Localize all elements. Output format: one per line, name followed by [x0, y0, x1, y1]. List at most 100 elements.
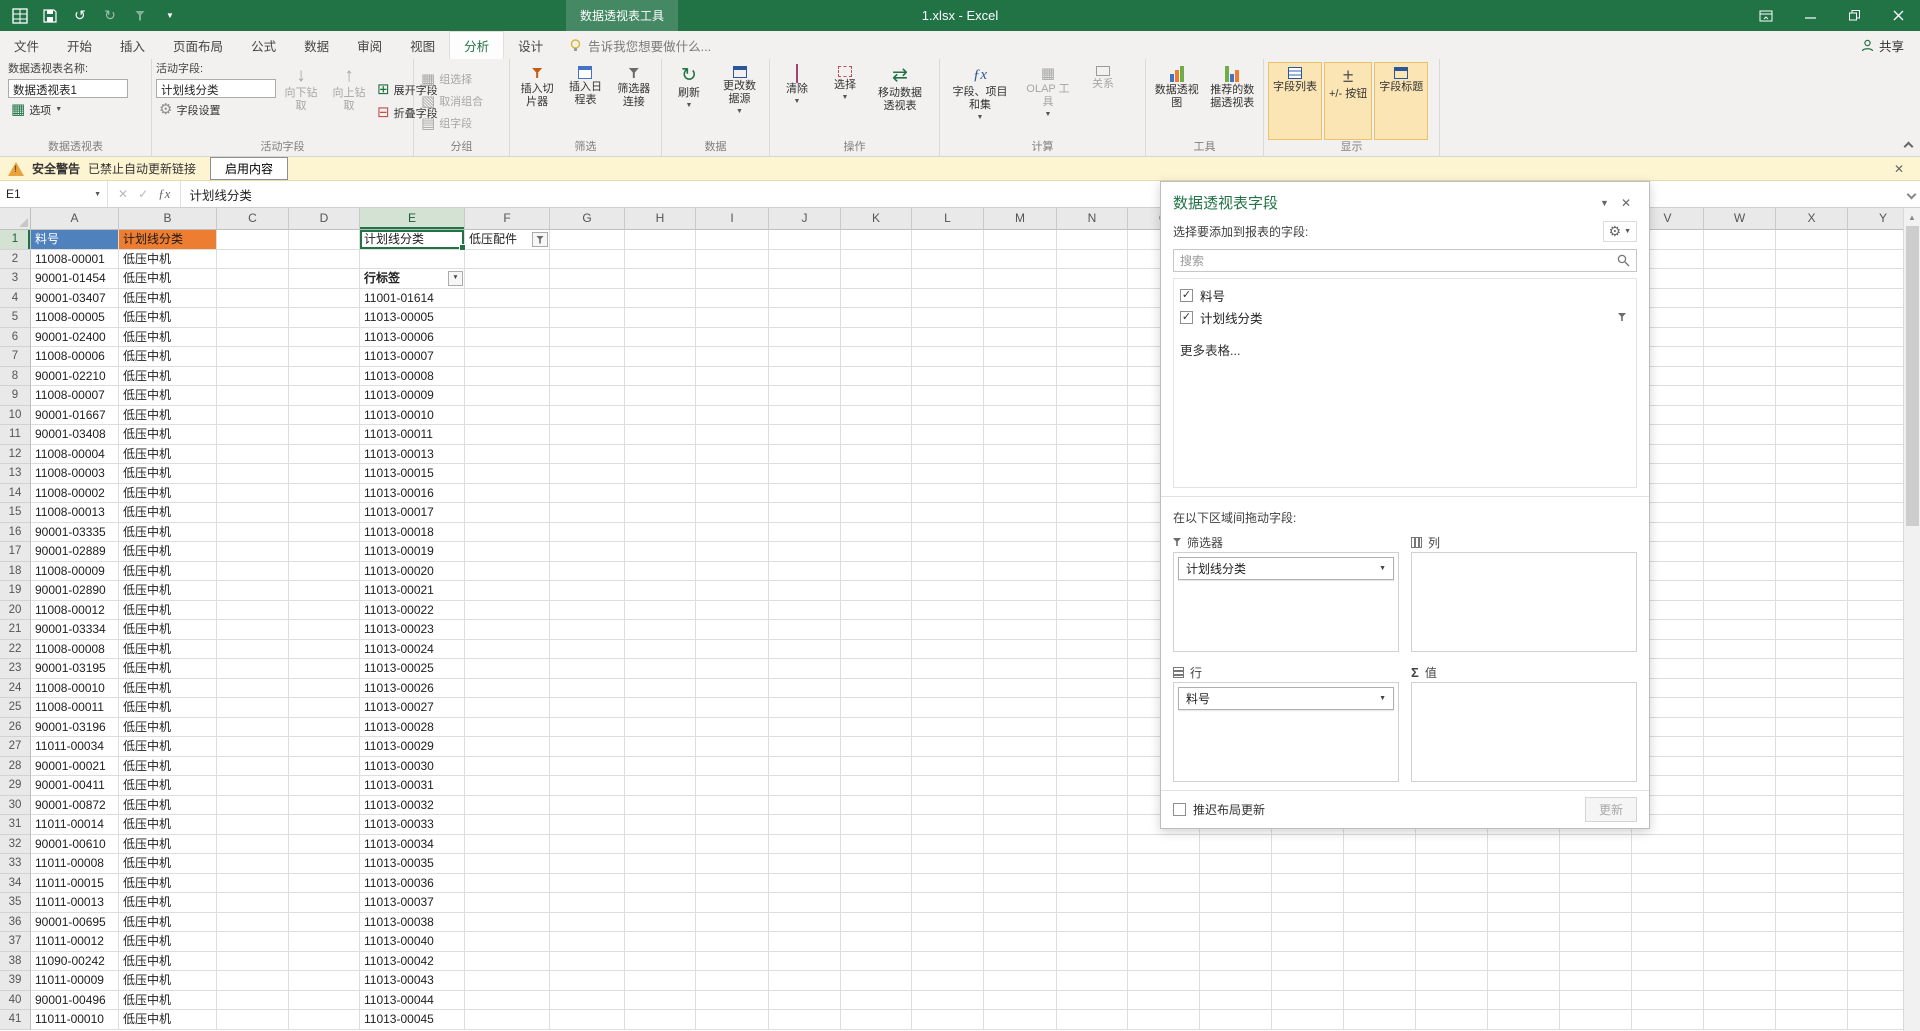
cell-I8[interactable]	[696, 366, 769, 386]
cell-J36[interactable]	[769, 912, 841, 932]
cell-C15[interactable]	[217, 503, 289, 523]
cell-F16[interactable]	[465, 522, 550, 542]
cell-F38[interactable]	[465, 951, 550, 971]
cell-J7[interactable]	[769, 347, 841, 367]
cell-I5[interactable]	[696, 308, 769, 328]
insert-slicer-button[interactable]: 插入切片器	[514, 62, 560, 140]
cell-L23[interactable]	[912, 659, 984, 679]
cell-M33[interactable]	[984, 854, 1057, 874]
cell-F41[interactable]	[465, 1010, 550, 1030]
cell-J16[interactable]	[769, 522, 841, 542]
cell-F4[interactable]	[465, 288, 550, 308]
cell-N25[interactable]	[1057, 698, 1128, 718]
tab-insert[interactable]: 插入	[106, 31, 159, 59]
cell-J28[interactable]	[769, 756, 841, 776]
cell-M23[interactable]	[984, 659, 1057, 679]
cell-F36[interactable]	[465, 912, 550, 932]
cell-F18[interactable]	[465, 561, 550, 581]
cell-T39[interactable]	[1488, 971, 1560, 991]
cell-C36[interactable]	[217, 912, 289, 932]
cell-Q33[interactable]	[1272, 854, 1344, 874]
cell-D26[interactable]	[289, 717, 360, 737]
cell-N30[interactable]	[1057, 795, 1128, 815]
cell-Q36[interactable]	[1272, 912, 1344, 932]
cell-J2[interactable]	[769, 249, 841, 269]
cell-B16[interactable]: 低压中机	[119, 522, 217, 542]
cell-N20[interactable]	[1057, 600, 1128, 620]
tab-review[interactable]: 审阅	[343, 31, 396, 59]
cell-I14[interactable]	[696, 483, 769, 503]
cell-C2[interactable]	[217, 249, 289, 269]
cell-A11[interactable]: 90001-03408	[31, 425, 119, 445]
cell-X33[interactable]	[1776, 854, 1848, 874]
cell-N22[interactable]	[1057, 639, 1128, 659]
cell-H18[interactable]	[625, 561, 696, 581]
cell-E13[interactable]: 11013-00015	[360, 464, 465, 484]
cell-H6[interactable]	[625, 327, 696, 347]
cell-S35[interactable]	[1416, 893, 1488, 913]
cell-K19[interactable]	[841, 581, 912, 601]
cell-I39[interactable]	[696, 971, 769, 991]
cell-Q38[interactable]	[1272, 951, 1344, 971]
cell-A13[interactable]: 11008-00003	[31, 464, 119, 484]
cell-N32[interactable]	[1057, 834, 1128, 854]
cell-T38[interactable]	[1488, 951, 1560, 971]
cell-B13[interactable]: 低压中机	[119, 464, 217, 484]
minimize-button[interactable]	[1788, 0, 1832, 31]
cell-C39[interactable]	[217, 971, 289, 991]
cell-E21[interactable]: 11013-00023	[360, 620, 465, 640]
cell-X9[interactable]	[1776, 386, 1848, 406]
cell-X1[interactable]	[1776, 230, 1848, 250]
cell-E37[interactable]: 11013-00040	[360, 932, 465, 952]
cell-Q39[interactable]	[1272, 971, 1344, 991]
field-settings-button[interactable]: ⚙ 字段设置	[156, 100, 276, 119]
cell-S33[interactable]	[1416, 854, 1488, 874]
cell-B20[interactable]: 低压中机	[119, 600, 217, 620]
cell-F11[interactable]	[465, 425, 550, 445]
cell-L19[interactable]	[912, 581, 984, 601]
cell-M20[interactable]	[984, 600, 1057, 620]
field-item-part-no[interactable]: ✓ 料号	[1180, 284, 1630, 306]
cell-D24[interactable]	[289, 678, 360, 698]
cell-E1[interactable]: 计划线分类	[360, 230, 466, 250]
cell-N12[interactable]	[1057, 444, 1128, 464]
cell-A28[interactable]: 90001-00021	[31, 756, 119, 776]
cell-H39[interactable]	[625, 971, 696, 991]
cell-B33[interactable]: 低压中机	[119, 854, 217, 874]
cell-I30[interactable]	[696, 795, 769, 815]
cell-F17[interactable]	[465, 542, 550, 562]
cell-W16[interactable]	[1704, 522, 1776, 542]
cell-N1[interactable]	[1057, 230, 1128, 250]
column-header-M[interactable]: M	[984, 208, 1057, 230]
column-header-J[interactable]: J	[769, 208, 841, 230]
cell-A24[interactable]: 11008-00010	[31, 678, 119, 698]
cell-I19[interactable]	[696, 581, 769, 601]
cell-A40[interactable]: 90001-00496	[31, 990, 119, 1010]
cell-A10[interactable]: 90001-01667	[31, 405, 119, 425]
cell-I9[interactable]	[696, 386, 769, 406]
cell-X28[interactable]	[1776, 756, 1848, 776]
row-header-27[interactable]: 27	[0, 737, 31, 757]
cell-J31[interactable]	[769, 815, 841, 835]
cell-J25[interactable]	[769, 698, 841, 718]
cell-F9[interactable]	[465, 386, 550, 406]
cell-K18[interactable]	[841, 561, 912, 581]
cell-H30[interactable]	[625, 795, 696, 815]
cell-I32[interactable]	[696, 834, 769, 854]
cell-P41[interactable]	[1200, 1010, 1272, 1030]
cell-E24[interactable]: 11013-00026	[360, 678, 465, 698]
cell-B6[interactable]: 低压中机	[119, 327, 217, 347]
cell-C1[interactable]	[217, 230, 289, 250]
cell-P36[interactable]	[1200, 912, 1272, 932]
cell-X41[interactable]	[1776, 1010, 1848, 1030]
cell-L7[interactable]	[912, 347, 984, 367]
cell-F13[interactable]	[465, 464, 550, 484]
cell-B31[interactable]: 低压中机	[119, 815, 217, 835]
row-header-37[interactable]: 37	[0, 932, 31, 952]
cell-E32[interactable]: 11013-00034	[360, 834, 465, 854]
cell-H20[interactable]	[625, 600, 696, 620]
cell-K31[interactable]	[841, 815, 912, 835]
cell-I24[interactable]	[696, 678, 769, 698]
cell-J15[interactable]	[769, 503, 841, 523]
cell-B41[interactable]: 低压中机	[119, 1010, 217, 1030]
